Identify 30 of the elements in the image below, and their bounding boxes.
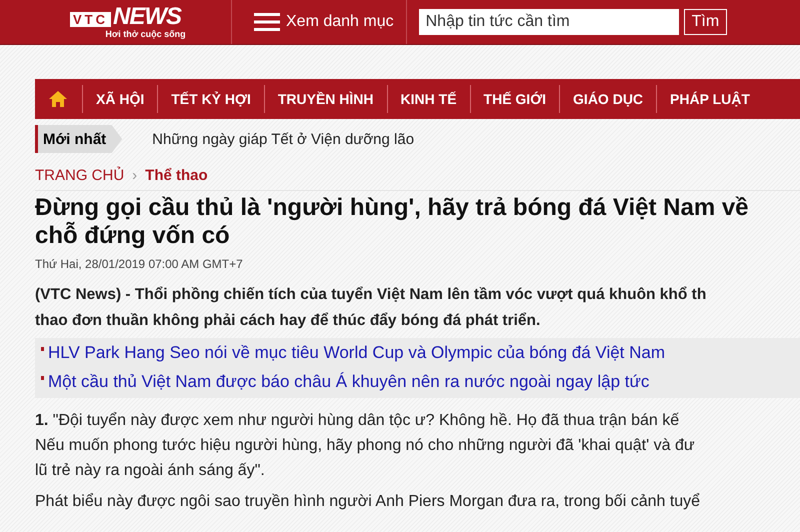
bullet-icon xyxy=(41,376,44,380)
lead-text: (VTC News) - Thổi phồng chiến tích của tuyển Việt Nam lên tầm vóc vượt quá khuôn khổ th xyxy=(35,285,708,305)
breadcrumb-separator: › xyxy=(132,167,138,184)
related-link[interactable]: HLV Park Hang Seo nói về mục tiêu World Cup và Olympic của bóng đá Việt Nam xyxy=(41,338,794,367)
search-button[interactable]: Tìm xyxy=(684,9,728,35)
related-link[interactable]: Một cầu thủ Việt Nam được báo châu Á khuyên nên ra nước ngoài ngay lập tức xyxy=(41,367,794,396)
latest-tag: Mới nhất xyxy=(35,125,122,153)
nav-link[interactable]: THẾ GIỚI xyxy=(470,85,560,113)
article-date: Thứ Hai, 28/01/2019 07:00 AM GMT+7 xyxy=(35,257,244,271)
home-icon xyxy=(48,90,68,108)
breadcrumb-link[interactable]: TRANG CHỦ xyxy=(35,167,124,184)
body-text: 1. "Đội tuyển này được xem như người hùng dân tộc ư? Không hề. Họ đã thua trận bán kế xyxy=(35,411,680,431)
nav-link[interactable]: XÃ HỘI xyxy=(82,85,158,113)
article-title: Đừng gọi cầu thủ là 'người hùng', hãy trả bóng đá Việt Nam về chỗ đứng vốn có xyxy=(35,194,750,250)
nav-link[interactable]: KINH TẾ xyxy=(386,85,470,113)
nav-link[interactable]: GIÁO DỤC xyxy=(559,85,656,113)
menu-button[interactable]: Xem danh mục xyxy=(232,0,407,44)
menu-icon xyxy=(254,12,280,32)
bullet-icon xyxy=(41,347,44,351)
search-field[interactable]: Nhập tin tức cần tìm xyxy=(418,9,679,35)
body-text: lũ trẻ này ra ngoài ánh sáng ấy". xyxy=(35,461,266,481)
nav-link[interactable]: TẾT KỶ HỢI xyxy=(157,85,264,113)
site-logo[interactable]: VTC NEWS Hơi thở cuộc sống xyxy=(0,0,232,44)
latest-headline-link[interactable]: Những ngày giáp Tết ở Viện dưỡng lão xyxy=(152,130,414,148)
lead-text: thao đơn thuần không phải cách hay để thúc đẩy bóng đá phát triển. xyxy=(35,311,542,331)
nav-link[interactable]: TRUYỀN HÌNH xyxy=(264,85,387,113)
breadcrumb-link[interactable]: Thể thao xyxy=(145,167,208,184)
nav-link[interactable]: PHÁP LUẬT xyxy=(656,85,763,113)
body-text: Phát biểu này được ngôi sao truyền hình người Anh Piers Morgan đưa ra, trong bối cảnh tuyể xyxy=(35,492,702,512)
body-text: Nếu muốn phong tước hiệu người hùng, hãy phong nó cho những người đã 'khai quật' và đư xyxy=(35,436,696,456)
